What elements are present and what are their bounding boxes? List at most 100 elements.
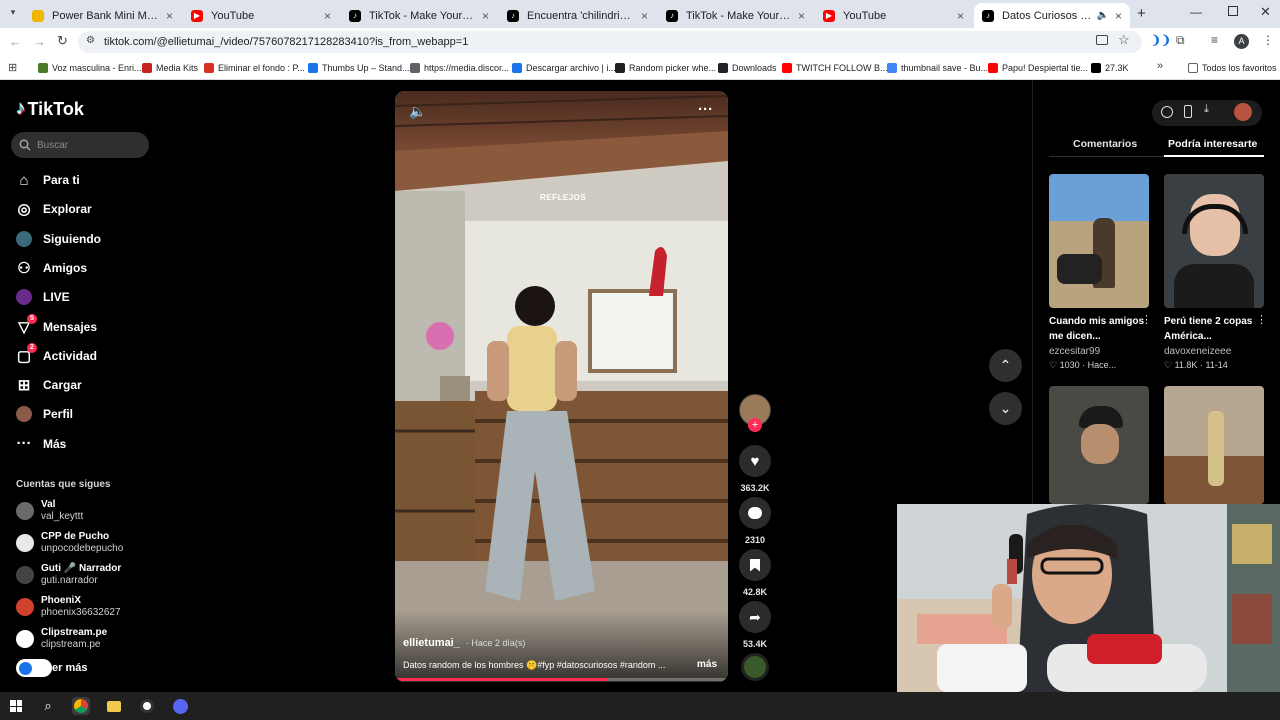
nav-item-activity[interactable]: ▢ 2 Actividad — [16, 342, 97, 367]
obs-taskbar-icon[interactable] — [138, 697, 156, 715]
chrome-taskbar-icon[interactable] — [72, 697, 90, 715]
browser-menu-icon[interactable]: ⋮ — [1262, 33, 1274, 47]
browser-tab[interactable]: ▶ YouTube × — [815, 3, 972, 28]
browser-tab[interactable]: ♪ Datos Curiosos sobre Hom 🔈 × — [974, 3, 1130, 28]
download-icon[interactable]: ⤓ — [1204, 103, 1209, 116]
tiktok-logo[interactable]: ♪ TikTok — [16, 98, 84, 120]
all-bookmarks-folder[interactable]: Todos los favoritos — [1188, 61, 1277, 75]
following-account[interactable]: CPP de Pucho unpocodebepucho — [16, 530, 123, 556]
progress-track[interactable] — [395, 678, 728, 681]
bookmark-item[interactable]: Eliminar el fondo : P... — [204, 61, 305, 75]
recommendation-thumbnail[interactable] — [1049, 174, 1149, 308]
bookmark-item[interactable]: Descargar archivo | i... — [512, 61, 616, 75]
close-tab-icon[interactable]: × — [324, 9, 331, 23]
browser-tab[interactable]: ♪ Encuentra 'chilindrina huachan × — [499, 3, 656, 28]
bookmark-item[interactable]: 27.3K — [1091, 61, 1129, 75]
nav-item-more[interactable]: ··· Más — [16, 433, 67, 455]
close-window-button[interactable]: ✕ — [1260, 4, 1271, 20]
bookmark-star-icon[interactable]: ☆ — [1118, 32, 1130, 48]
nav-item-following[interactable]: Siguiendo — [16, 228, 101, 250]
bookmark-item[interactable]: thumbnail save - Bu... — [887, 61, 988, 75]
close-tab-icon[interactable]: × — [957, 9, 964, 23]
recommendation-thumbnail[interactable] — [1164, 386, 1264, 504]
site-info-icon[interactable]: ⚙ — [86, 35, 95, 46]
reload-button[interactable]: ↻ — [57, 33, 68, 49]
maximize-button[interactable] — [1228, 6, 1238, 16]
browser-tab[interactable]: ♪ TikTok - Make Your Day × — [341, 3, 497, 28]
search-box[interactable]: Buscar — [11, 132, 149, 158]
search-taskbar-icon[interactable]: ⌕ — [39, 697, 57, 715]
recommendation-title[interactable]: Perú tiene 2 copas América... — [1164, 314, 1264, 344]
nav-item-home[interactable]: ⌂ Para ti — [16, 169, 79, 191]
bookmark-item[interactable]: Media Kits — [142, 61, 198, 75]
install-icon[interactable] — [1096, 35, 1108, 45]
following-account[interactable]: PhoeniX phoenix36632627 — [16, 594, 121, 620]
recommendation-menu-icon[interactable]: ⋮ — [1256, 313, 1267, 326]
nav-item-live[interactable]: LIVE — [16, 286, 70, 308]
file-explorer-icon[interactable] — [105, 697, 123, 715]
tab-audio-icon[interactable]: 🔈 — [1097, 10, 1109, 21]
nav-item-upload[interactable]: ⊞ Cargar — [16, 374, 82, 396]
recommendation-author[interactable]: ezcesitar99 — [1049, 346, 1100, 357]
video-more-icon[interactable]: ··· — [698, 101, 713, 118]
apps-grid-icon[interactable]: ⊞ — [8, 61, 17, 74]
nav-item-compass[interactable]: ◎ Explorar — [16, 198, 91, 220]
browser-tab[interactable]: ♪ TikTok - Make Your Day × — [658, 3, 813, 28]
bookmark-item[interactable]: TWITCH FOLLOW B... — [782, 61, 888, 75]
bookmarks-overflow-icon[interactable]: » — [1157, 60, 1163, 72]
close-tab-icon[interactable]: × — [641, 9, 648, 23]
bookmark-item[interactable]: Voz masculina - Enri... — [38, 61, 142, 75]
floating-toggle[interactable] — [16, 659, 52, 677]
close-tab-icon[interactable]: × — [166, 9, 173, 23]
forward-button[interactable]: → — [33, 34, 46, 49]
media-control-icon[interactable]: ≡ — [1211, 33, 1218, 47]
bookmark-item[interactable]: Thumbs Up – Stand... — [308, 61, 410, 75]
recommendation-title[interactable]: Cuando mis amigos me dicen... — [1049, 314, 1149, 344]
video-author[interactable]: ellietumai_ — [403, 637, 460, 649]
close-tab-icon[interactable]: × — [1115, 9, 1122, 23]
close-tab-icon[interactable]: × — [798, 9, 805, 23]
creator-avatar[interactable]: + — [738, 394, 772, 432]
next-video-button[interactable]: ⌄ — [989, 392, 1022, 425]
user-avatar[interactable] — [1234, 103, 1252, 121]
minimize-button[interactable]: — — [1190, 5, 1202, 19]
browser-tab[interactable]: Power Bank Mini Master-g 5000 × — [24, 3, 181, 28]
caption-more-button[interactable]: más — [697, 659, 717, 670]
new-tab-button[interactable]: + — [1137, 5, 1146, 22]
browser-tab[interactable]: ▶ YouTube × — [183, 3, 339, 28]
address-bar[interactable]: ⚙ tiktok.com/@ellietumai_/video/75760782… — [78, 31, 1142, 53]
volume-icon[interactable]: 🔈 — [409, 103, 426, 120]
close-tab-icon[interactable]: × — [482, 9, 489, 23]
pip-icon[interactable] — [1161, 106, 1173, 118]
previous-video-button[interactable]: ⌃ — [989, 349, 1022, 382]
bookmark-item[interactable]: Downloads — [718, 61, 777, 75]
video-player[interactable]: 🔈 ··· REFLEJOS ellietumai_ · Hace 2 día(… — [395, 91, 728, 682]
music-disc[interactable] — [738, 653, 772, 681]
profile-avatar[interactable]: A — [1234, 34, 1249, 49]
tab-comments[interactable]: Comentarios — [1073, 138, 1137, 150]
extensions-puzzle-icon[interactable]: ⧉ — [1176, 33, 1185, 48]
recommendation-menu-icon[interactable]: ⋮ — [1141, 313, 1152, 326]
following-account[interactable]: Val val_keyttt — [16, 498, 83, 524]
windows-start-icon[interactable] — [7, 697, 25, 715]
following-account[interactable]: Guti 🎤 Narrador guti.narrador — [16, 562, 121, 588]
bookmark-item[interactable]: https://media.discor... — [410, 61, 509, 75]
bookmark-item[interactable]: Random picker whe... — [615, 61, 716, 75]
see-more-link[interactable]: er más — [16, 659, 87, 677]
nav-item-messages[interactable]: ▽ 5 Mensajes — [16, 313, 97, 338]
tab-might-interest[interactable]: Podría interesarte — [1168, 138, 1257, 150]
nav-item-friends[interactable]: ⚇ Amigos — [16, 257, 87, 279]
bookmark-item[interactable]: Papu! Despiertal tie... — [988, 61, 1088, 75]
save-button[interactable]: 42.8K — [738, 549, 772, 597]
recommendation-thumbnail[interactable] — [1164, 174, 1264, 308]
device-icon[interactable] — [1184, 105, 1192, 118]
recommendation-thumbnail[interactable] — [1049, 386, 1149, 504]
back-button[interactable]: ← — [9, 34, 22, 49]
follow-plus-icon[interactable]: + — [748, 418, 762, 432]
like-button[interactable]: ♥ 363.2K — [738, 445, 772, 493]
following-account[interactable]: Clipstream.pe clipstream.pe — [16, 626, 107, 652]
nav-item-profile[interactable]: Perfil — [16, 403, 73, 425]
comment-button[interactable]: 2310 — [738, 497, 772, 545]
tab-search-icon[interactable]: ▾ — [6, 7, 20, 21]
extension-icon[interactable]: ❩❩ — [1151, 33, 1171, 47]
